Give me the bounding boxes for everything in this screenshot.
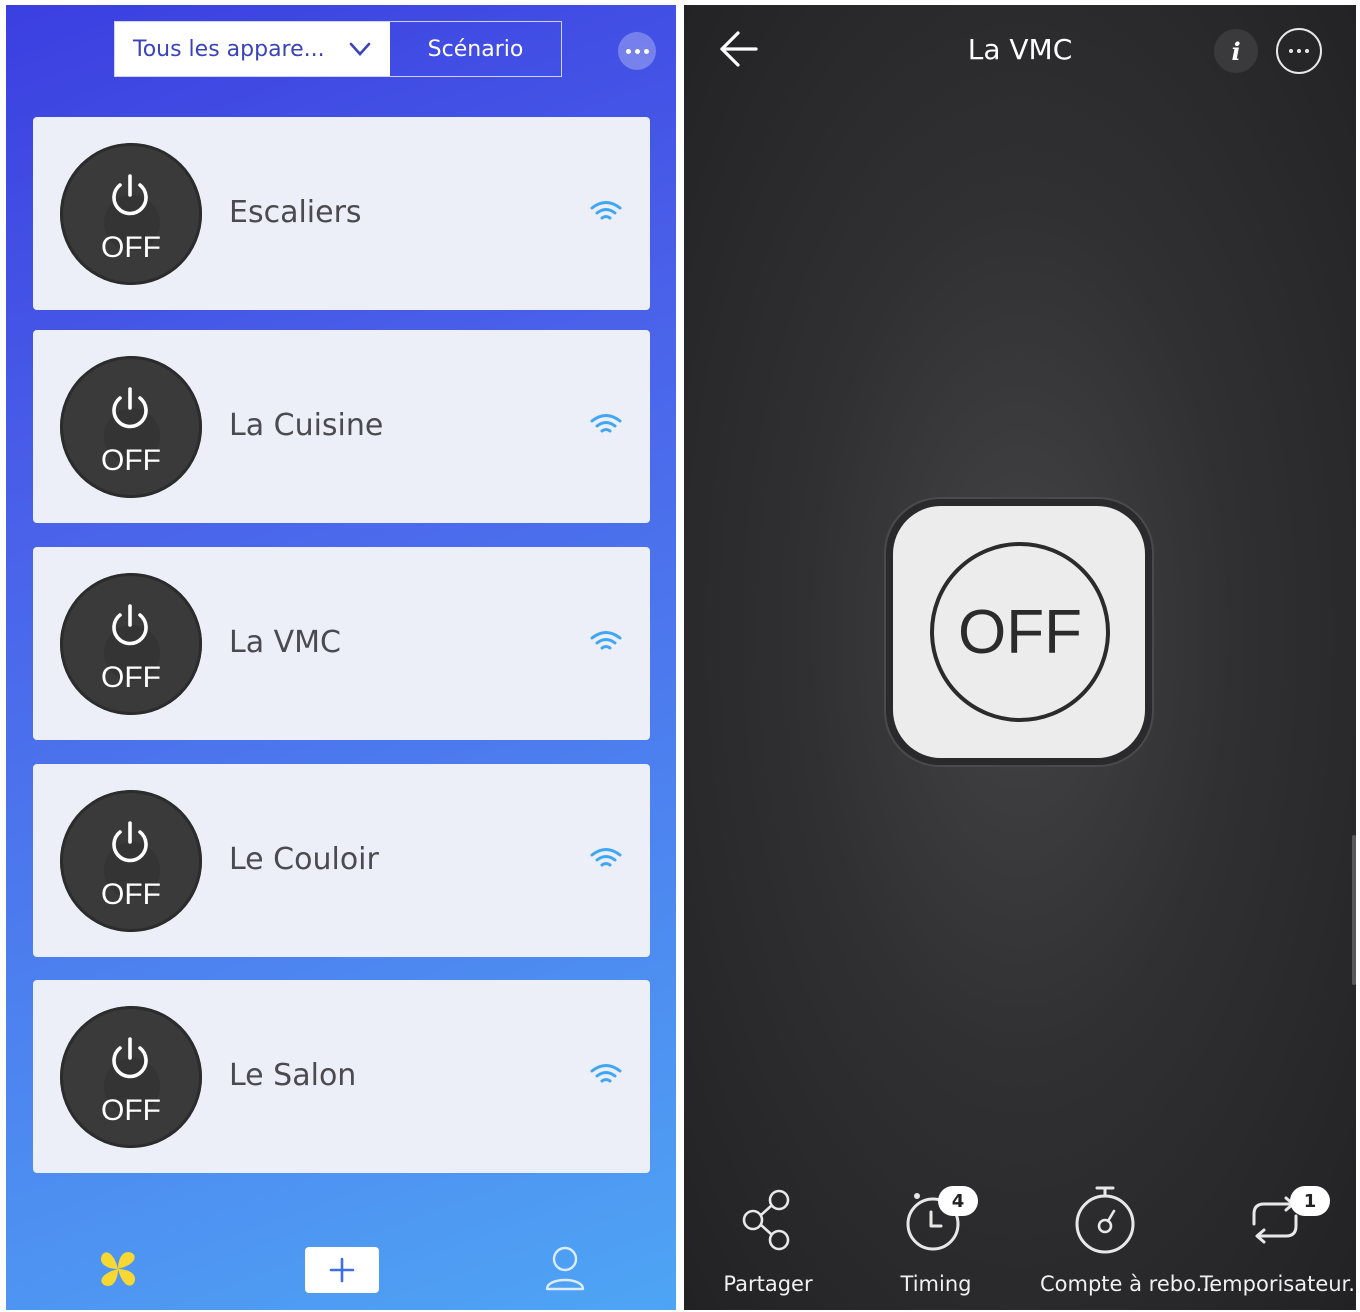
wifi-icon	[590, 414, 622, 433]
dot	[634, 48, 640, 54]
all-devices-label: Tous les appare...	[133, 36, 325, 62]
off-label: OFF	[101, 878, 161, 911]
device-card-le-salon[interactable]: OFF Le Salon	[33, 980, 650, 1173]
off-label: OFF	[101, 661, 161, 694]
stopwatch-icon	[1075, 1186, 1135, 1254]
share-icon	[742, 1189, 790, 1251]
timing-badge: 4	[938, 1186, 978, 1216]
timing-label: Timing	[900, 1272, 972, 1296]
bottom-nav	[6, 1235, 676, 1310]
scroll-handle[interactable]	[1352, 835, 1356, 985]
clover-icon[interactable]	[96, 1247, 140, 1291]
cycle-timer-label: Temporisateur...	[1200, 1272, 1356, 1296]
info-button[interactable]: i	[1214, 29, 1258, 73]
countdown-action[interactable]: Compte à rebo...	[1040, 1180, 1216, 1305]
dot	[1289, 49, 1293, 53]
power-icon	[112, 604, 148, 646]
more-options-button[interactable]	[1276, 28, 1322, 74]
device-detail-screen: La VMC i OFF Partager 4 Timing Compte à …	[684, 5, 1356, 1310]
power-icon	[112, 1037, 148, 1079]
dot	[1305, 49, 1309, 53]
wifi-icon	[590, 201, 622, 220]
switch-state-ring[interactable]: OFF	[930, 542, 1110, 722]
power-icon	[112, 821, 148, 863]
switch-state-label: OFF	[958, 597, 1082, 667]
dot	[1297, 49, 1301, 53]
device-card-la-cuisine[interactable]: OFF La Cuisine	[33, 330, 650, 523]
cycle-timer-action[interactable]: 1 Temporisateur...	[1200, 1180, 1356, 1305]
share-label: Partager	[723, 1272, 813, 1296]
power-toggle-button[interactable]: OFF	[60, 356, 202, 498]
scenario-label: Scénario	[427, 36, 524, 62]
chevron-down-icon	[349, 42, 370, 56]
power-toggle-button[interactable]: OFF	[60, 1006, 202, 1148]
wifi-icon	[590, 1064, 622, 1083]
dot	[643, 48, 649, 54]
add-device-button[interactable]	[305, 1247, 379, 1293]
device-filter-segment: Tous les appare... Scénario	[114, 21, 562, 77]
device-card-la-vmc[interactable]: OFF La VMC	[33, 547, 650, 740]
power-toggle-button[interactable]: OFF	[60, 143, 202, 285]
device-card-escaliers[interactable]: OFF Escaliers	[33, 117, 650, 310]
device-name: La VMC	[229, 625, 341, 660]
info-icon: i	[1231, 36, 1241, 66]
all-devices-dropdown[interactable]: Tous les appare...	[115, 22, 390, 76]
device-name: Le Couloir	[229, 842, 379, 877]
power-toggle-button[interactable]: OFF	[60, 573, 202, 715]
wifi-icon	[590, 848, 622, 867]
off-label: OFF	[101, 231, 161, 264]
scenario-tab[interactable]: Scénario	[390, 22, 561, 76]
cycle-timer-badge: 1	[1290, 1186, 1330, 1216]
device-list-screen: Tous les appare... Scénario OFF Escalier…	[6, 5, 676, 1310]
wifi-icon	[590, 631, 622, 650]
device-name: La Cuisine	[229, 408, 384, 443]
plus-icon	[329, 1257, 355, 1283]
timing-action[interactable]: 4 Timing	[874, 1180, 998, 1305]
power-icon	[112, 387, 148, 429]
off-label: OFF	[101, 444, 161, 477]
power-toggle-button[interactable]: OFF	[60, 790, 202, 932]
profile-icon[interactable]	[543, 1243, 587, 1293]
off-label: OFF	[101, 1094, 161, 1127]
more-options-button[interactable]	[618, 32, 656, 70]
share-action[interactable]: Partager	[706, 1180, 830, 1305]
device-name: Escaliers	[229, 195, 362, 230]
dot	[625, 48, 631, 54]
device-card-le-couloir[interactable]: OFF Le Couloir	[33, 764, 650, 957]
power-icon	[112, 174, 148, 216]
countdown-label: Compte à rebo...	[1040, 1272, 1216, 1296]
device-name: Le Salon	[229, 1058, 357, 1093]
